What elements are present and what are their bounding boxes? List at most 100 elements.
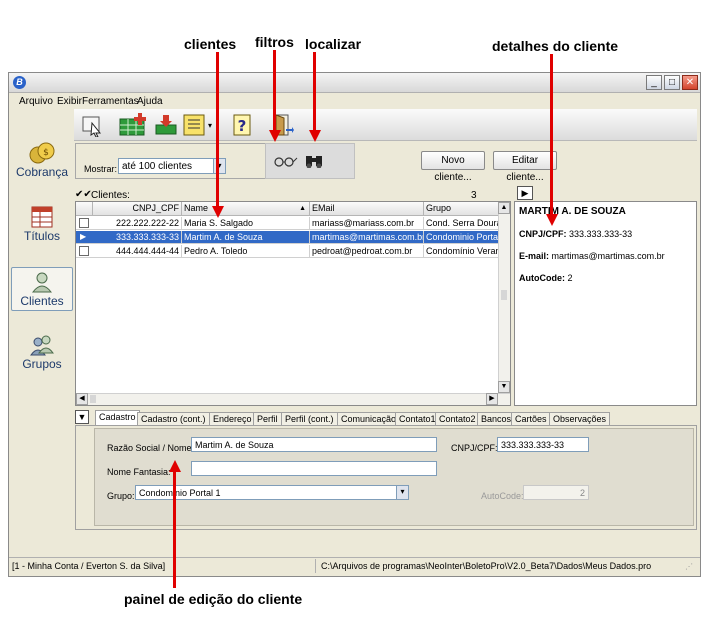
title-bar: B _ □ ✕ bbox=[9, 73, 700, 93]
grid-header-name-label: Name bbox=[184, 203, 209, 213]
menu-ferramentas[interactable]: Ferramentas bbox=[82, 96, 139, 107]
detail-cpf-row: CNPJ/CPF: 333.333.333-33 bbox=[519, 229, 692, 239]
cpf-field[interactable]: 333.333.333-33 bbox=[497, 437, 589, 452]
grupo-select-value: Condominio Portal 1 bbox=[139, 488, 221, 498]
table-row-selected[interactable]: ▶ 333.333.333-33 Martim A. de Souza mart… bbox=[76, 231, 499, 244]
show-select[interactable]: até 100 clientes ▾ bbox=[118, 158, 226, 174]
annotation-painel: painel de edição do cliente bbox=[124, 591, 303, 607]
svg-text:?: ? bbox=[238, 117, 247, 135]
scroll-down-icon[interactable]: ▼ bbox=[498, 381, 510, 393]
collapse-panel-button[interactable]: ▼ bbox=[75, 410, 89, 424]
client-detail-panel: MARTIM A. DE SOUZA CNPJ/CPF: 333.333.333… bbox=[514, 201, 697, 406]
edit-form: Razão Social / Nome: Martim A. de Souza … bbox=[94, 428, 694, 526]
sort-icon: ▲ bbox=[299, 205, 306, 212]
annotation-detalhes: detalhes do cliente bbox=[492, 38, 619, 54]
tab-endereco[interactable]: Endereço bbox=[209, 412, 256, 425]
grid-header-check bbox=[76, 202, 93, 216]
razao-field[interactable]: Martim A. de Souza bbox=[191, 437, 437, 452]
scroll-up-icon[interactable]: ▲ bbox=[498, 202, 510, 214]
sidebar-item-cobranca[interactable]: $ Cobrança bbox=[11, 139, 73, 183]
binoculars-icon[interactable] bbox=[304, 152, 324, 168]
menu-arquivo[interactable]: Arquivo bbox=[19, 96, 53, 107]
check-icon: ✔✔ bbox=[75, 189, 92, 200]
row-checkbox[interactable] bbox=[79, 218, 89, 228]
menu-exibir[interactable]: Exibir bbox=[57, 96, 82, 107]
grid-header-name[interactable]: Name ▲ bbox=[182, 202, 310, 216]
app-logo-icon: B bbox=[13, 76, 26, 89]
select-icon[interactable] bbox=[80, 113, 104, 137]
report-icon[interactable] bbox=[182, 113, 206, 137]
detail-email-value: martimas@martimas.com.br bbox=[551, 251, 665, 261]
sidebar-item-grupos[interactable]: Grupos bbox=[11, 331, 73, 375]
resize-grip-icon[interactable]: ⋰ bbox=[685, 562, 693, 571]
filter-bar: Mostrar: até 100 clientes ▾ Novo cliente… bbox=[75, 143, 695, 183]
menu-ajuda[interactable]: Ajuda bbox=[137, 96, 163, 107]
razao-label: Razão Social / Nome: bbox=[107, 443, 195, 453]
arrow-localizar-head bbox=[308, 130, 321, 142]
grid-header-grupo[interactable]: Grupo bbox=[424, 202, 500, 216]
tab-cadastro[interactable]: Cadastro bbox=[95, 410, 140, 425]
tab-contato2[interactable]: Contato2 bbox=[435, 412, 480, 425]
arrow-detalhes-head bbox=[545, 214, 558, 226]
table-row[interactable]: 222.222.222-22 Maria S. Salgado mariass@… bbox=[76, 217, 499, 230]
arrow-painel bbox=[173, 470, 176, 588]
autocode-field: 2 bbox=[523, 485, 589, 500]
chevron-down-icon[interactable]: ▾ bbox=[213, 159, 225, 173]
tab-contato1[interactable]: Contato1 bbox=[395, 412, 440, 425]
grid-header-cnpj[interactable]: CNPJ_CPF bbox=[93, 202, 182, 216]
clients-label: Clientes: bbox=[91, 190, 130, 201]
tab-observacoes[interactable]: Observações bbox=[549, 412, 611, 425]
annotation-filtros: filtros bbox=[255, 34, 294, 50]
grid-header-email[interactable]: EMail bbox=[310, 202, 424, 216]
person-icon bbox=[31, 272, 53, 293]
cell-grupo: Condomínio Verano bbox=[426, 245, 499, 258]
sidebar-item-titulos[interactable]: Títulos bbox=[11, 203, 73, 247]
tab-cartoes[interactable]: Cartões bbox=[511, 412, 551, 425]
sidebar-item-label: Títulos bbox=[23, 229, 60, 243]
add-records-icon[interactable] bbox=[118, 113, 148, 137]
edit-tabs: ▼ Cadastro Cadastro (cont.) Endereço Per… bbox=[75, 409, 697, 425]
close-button[interactable]: ✕ bbox=[682, 75, 698, 90]
row-indicator-icon: ▶ bbox=[80, 232, 87, 241]
cell-name: Martim A. de Souza bbox=[182, 231, 310, 244]
maximize-button[interactable]: □ bbox=[664, 75, 680, 90]
chevron-down-icon[interactable]: ▾ bbox=[208, 121, 212, 130]
cell-cpf: 333.333.333-33 bbox=[93, 231, 182, 244]
import-icon[interactable] bbox=[154, 113, 178, 137]
vertical-scrollbar[interactable]: ▲ ▼ bbox=[498, 202, 510, 393]
chevron-down-icon[interactable]: ▾ bbox=[396, 486, 408, 499]
minimize-button[interactable]: _ bbox=[646, 75, 662, 90]
hscroll-thumb[interactable] bbox=[90, 395, 96, 403]
row-checkbox[interactable] bbox=[79, 246, 89, 256]
fantasia-field[interactable] bbox=[191, 461, 437, 476]
scroll-thumb[interactable] bbox=[501, 290, 507, 300]
detail-email-row: E-mail: martimas@martimas.com.br bbox=[519, 251, 692, 261]
status-account: [1 - Minha Conta / Everton S. da Silva] bbox=[12, 561, 166, 571]
find-panel bbox=[265, 143, 355, 179]
edit-client-button[interactable]: Editar cliente... bbox=[493, 151, 557, 183]
spreadsheet-icon bbox=[31, 206, 53, 228]
scroll-right-icon[interactable]: ▶ bbox=[486, 393, 498, 405]
tab-cadastro-cont[interactable]: Cadastro (cont.) bbox=[137, 412, 210, 425]
coins-icon: $ bbox=[29, 142, 55, 164]
horizontal-scrollbar[interactable]: ◀ ▶ bbox=[76, 393, 510, 405]
cell-cpf: 222.222.222-22 bbox=[93, 217, 182, 230]
cell-email: mariass@mariass.com.br bbox=[310, 217, 424, 230]
sidebar-item-clientes[interactable]: Clientes bbox=[11, 267, 73, 311]
glasses-filter-icon[interactable] bbox=[272, 154, 298, 168]
expand-detail-button[interactable]: ▶ bbox=[517, 186, 533, 200]
tab-bancos[interactable]: Bancos bbox=[477, 412, 516, 425]
status-bar: [1 - Minha Conta / Everton S. da Silva] … bbox=[9, 557, 700, 574]
tab-perfil-cont[interactable]: Perfil (cont.) bbox=[281, 412, 338, 425]
grupo-select[interactable]: Condominio Portal 1 ▾ bbox=[135, 485, 409, 500]
scroll-left-icon[interactable]: ◀ bbox=[76, 393, 88, 405]
tab-comunicacao[interactable]: Comunicação bbox=[337, 412, 401, 425]
clients-header: ✔✔ Clientes: 3 registros ▶ bbox=[75, 186, 533, 212]
help-icon[interactable]: ? bbox=[230, 113, 254, 137]
fantasia-label: Nome Fantasia: bbox=[107, 467, 171, 477]
table-row[interactable]: 444.444.444-44 Pedro A. Toledo pedroat@p… bbox=[76, 245, 499, 258]
detail-autocode-label: AutoCode: bbox=[519, 273, 565, 283]
tab-perfil[interactable]: Perfil bbox=[253, 412, 282, 425]
new-client-button[interactable]: Novo cliente... bbox=[421, 151, 485, 183]
cell-cpf: 444.444.444-44 bbox=[93, 245, 182, 258]
